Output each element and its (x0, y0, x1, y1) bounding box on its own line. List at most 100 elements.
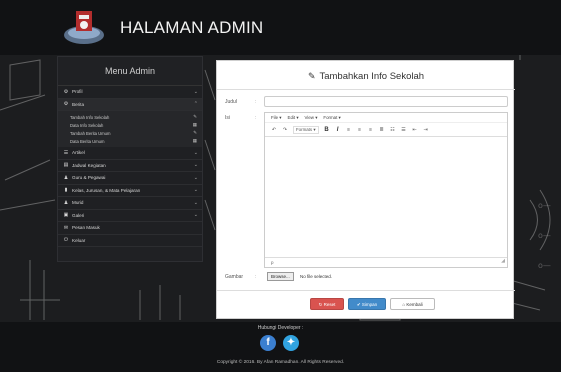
indent-icon[interactable]: ⇥ (423, 127, 429, 133)
gear-icon: ⚙ (63, 88, 69, 95)
divider (217, 89, 515, 90)
site-title: HALAMAN ADMIN (120, 18, 264, 37)
colon: : (255, 115, 257, 121)
resize-handle-icon[interactable]: ◢ (501, 256, 505, 266)
sidebar-item-guru-pegawai[interactable]: ♟ Guru & Pegawai ⌄ (58, 172, 202, 185)
menu-edit[interactable]: Edit ▾ (288, 115, 299, 121)
sidebar-submenu-berita: Tambah Info Sekolah ✎ Data Info Sekolah … (58, 111, 202, 147)
submenu-label: Tambah Berita Umum (70, 130, 111, 136)
undo-icon[interactable]: ↶ (271, 127, 277, 133)
sidebar-item-kelas-jurusan[interactable]: ▮ Kelas, Jurusan, & Mata Pelajaran ⌄ (58, 184, 202, 197)
formats-dropdown[interactable]: Formats ▾ (293, 125, 319, 134)
bullet-list-icon[interactable]: ☷ (390, 127, 396, 133)
chevron-down-icon: ⌄ (193, 199, 198, 206)
calendar-icon: ▤ (63, 162, 69, 169)
no-file-text: No file selected. (300, 274, 333, 279)
save-button[interactable]: ✔ Simpan (348, 298, 386, 310)
chevron-down-icon: ⌄ (193, 149, 198, 156)
judul-input[interactable] (264, 96, 508, 107)
form-title: ✎ Tambahkan Info Sekolah (217, 71, 515, 82)
pencil-icon: ✎ (193, 130, 197, 135)
user-icon: ♟ (63, 199, 69, 206)
rich-text-editor: File ▾ Edit ▾ View ▾ Format ▾ ↶ ↷ Format… (264, 112, 508, 268)
sidebar-item-pesan-masuk[interactable]: ✉ Pesan Masuk (58, 222, 202, 235)
sidebar-item-label: Galeri (72, 212, 85, 218)
sidebar-item-berita[interactable]: ⚙ Berita ⌃ (58, 98, 202, 111)
sidebar-item-murid[interactable]: ♟ Murid ⌄ (58, 197, 202, 210)
footer-contact: Hubungi Developer : (257, 325, 304, 331)
sidebar-item-label: Jadwal Kegiatan (72, 162, 106, 168)
sidebar-item-label: Murid (72, 200, 84, 206)
gambar-label: Gambar (225, 274, 244, 280)
submenu-data-berita-umum[interactable]: Data Berita Umum ▦ (58, 137, 202, 145)
sidebar-item-jadwal-kegiatan[interactable]: ▤ Jadwal Kegiatan ⌄ (58, 159, 202, 172)
svg-text:o—: o— (538, 261, 551, 270)
menu-format[interactable]: Format ▾ (323, 115, 340, 121)
footer: Hubungi Developer : f ✦ Copyright © 2016… (0, 322, 561, 372)
editor-statusbar: p ◢ (265, 257, 507, 267)
isi-label: Isi (225, 115, 230, 121)
sidebar-item-profil[interactable]: ⚙ Profil ⌄ (58, 86, 202, 99)
outdent-icon[interactable]: ⇤ (412, 127, 418, 133)
sidebar-item-label: Kelas, Jurusan, & Mata Pelajaran (72, 187, 141, 193)
facebook-icon[interactable]: f (260, 335, 276, 351)
pencil-icon: ✎ (307, 71, 316, 81)
element-path: p (271, 260, 274, 265)
menu-file[interactable]: File ▾ (271, 115, 282, 121)
editor-toolbar: ↶ ↷ Formats ▾ B I ≡ ≡ ≡ ≣ ☷ ☰ ⇤ ⇥ (265, 123, 507, 137)
svg-text:o—: o— (538, 231, 551, 240)
sidebar-item-label: Berita (72, 101, 85, 107)
editor-menubar: File ▾ Edit ▾ View ▾ Format ▾ (265, 113, 507, 123)
align-right-icon[interactable]: ≡ (368, 127, 374, 133)
top-header: HALAMAN ADMIN (0, 0, 561, 55)
sidebar-item-label: Profil (72, 89, 83, 95)
twitter-icon[interactable]: ✦ (283, 335, 299, 351)
back-button[interactable]: ⌂ Kembali (390, 298, 435, 310)
sidebar-item-label: Keluar (72, 237, 86, 243)
envelope-icon: ✉ (63, 224, 69, 231)
redo-icon[interactable]: ↷ (282, 127, 288, 133)
italic-button[interactable]: I (335, 127, 341, 133)
submenu-tambah-info-sekolah[interactable]: Tambah Info Sekolah ✎ (58, 113, 202, 121)
chevron-down-icon: ⌄ (193, 174, 198, 181)
list-icon: ☰ (63, 149, 69, 156)
menu-view[interactable]: View ▾ (305, 115, 318, 121)
align-left-icon[interactable]: ≡ (346, 127, 352, 133)
user-icon: ♟ (63, 174, 69, 181)
reset-button[interactable]: ↻ Reset (310, 298, 344, 310)
gear-icon: ⚙ (63, 101, 69, 108)
sidebar-menu: Menu Admin ⚙ Profil ⌄ ⚙ Berita ⌃ Tambah … (57, 56, 203, 262)
submenu-data-info-sekolah[interactable]: Data Info Sekolah ▦ (58, 121, 202, 129)
align-center-icon[interactable]: ≡ (357, 127, 363, 133)
sidebar-item-label: Guru & Pegawai (72, 175, 106, 181)
submenu-label: Tambah Info Sekolah (70, 114, 110, 120)
power-icon: ⏻ (64, 237, 68, 244)
browse-button[interactable]: Browse... (267, 272, 294, 281)
numbered-list-icon[interactable]: ☰ (401, 127, 407, 133)
school-logo-icon (64, 11, 104, 44)
colon: : (255, 99, 257, 105)
check-icon: ✔ (356, 302, 361, 307)
copyright-text: Copyright © 2016. By Afan Ramadhan. All … (216, 360, 345, 365)
submenu-tambah-berita-umum[interactable]: Tambah Berita Umum ✎ (58, 129, 202, 137)
divider (217, 290, 515, 291)
table-icon: ▦ (192, 122, 197, 127)
chevron-up-icon: ⌃ (193, 101, 198, 108)
bold-button[interactable]: B (324, 127, 330, 133)
refresh-icon: ↻ (318, 302, 323, 307)
judul-label: Judul (225, 99, 237, 105)
sidebar-item-label: Artikel (72, 150, 85, 156)
editor-content-area[interactable] (265, 138, 507, 258)
submenu-label: Data Berita Umum (70, 138, 105, 144)
sidebar-item-artikel[interactable]: ☰ Artikel ⌄ (58, 147, 202, 160)
sidebar-item-galeri[interactable]: ▣ Galeri ⌄ (58, 209, 202, 222)
sidebar-item-keluar[interactable]: ⏻ Keluar (58, 234, 202, 247)
svg-text:o—: o— (538, 201, 551, 210)
align-justify-icon[interactable]: ≣ (379, 127, 385, 133)
chevron-down-icon: ⌄ (193, 212, 198, 219)
chevron-down-icon: ⌄ (193, 88, 198, 95)
table-icon: ▦ (192, 138, 197, 143)
image-icon: ▣ (63, 212, 69, 219)
sidebar-heading: Menu Admin (58, 57, 202, 86)
form-panel: ✎ Tambahkan Info Sekolah Judul : Isi : Fi… (216, 60, 515, 319)
